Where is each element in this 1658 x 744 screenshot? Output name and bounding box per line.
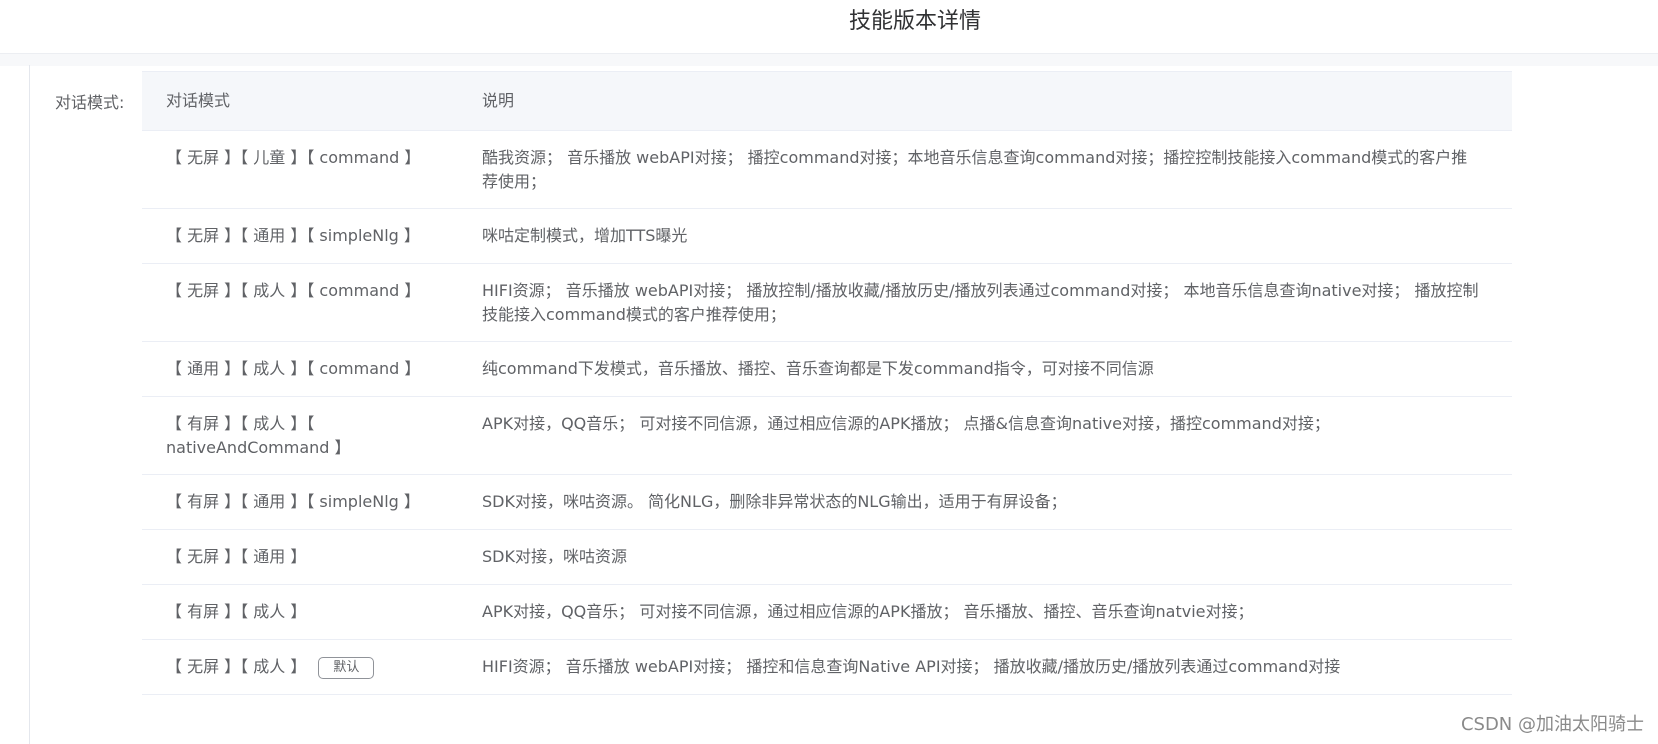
row-description: HIFI资源； 音乐播放 webAPI对接； 播控和信息查询Native API…	[482, 657, 1341, 676]
row-mode: 【 有屏 】【 通用 】【 simpleNlg 】	[166, 492, 420, 511]
row-description: 咪咕定制模式，增加TTS曝光	[482, 226, 688, 245]
row-mode: 【 无屏 】【 通用 】	[166, 547, 307, 566]
row-mode: 【 有屏 】【 成人 】【 nativeAndCommand 】	[166, 414, 351, 457]
row-mode: 【 无屏 】【 成人 】	[166, 657, 307, 676]
dialog-mode-table: 对话模式 说明 【 无屏 】【 儿童 】【 command 】 酷我资源； 音乐…	[142, 71, 1512, 695]
default-badge: 默认	[318, 657, 375, 679]
table-row[interactable]: 【 无屏 】【 通用 】【 simpleNlg 】 咪咕定制模式，增加TTS曝光	[142, 209, 1512, 264]
table-row[interactable]: 【 无屏 】【 成人 】默认 HIFI资源； 音乐播放 webAPI对接； 播控…	[142, 640, 1512, 695]
table-row[interactable]: 【 无屏 】【 成人 】【 command 】 HIFI资源； 音乐播放 web…	[142, 264, 1512, 342]
row-description: SDK对接，咪咕资源	[482, 547, 627, 566]
row-description: HIFI资源； 音乐播放 webAPI对接； 播放控制/播放收藏/播放历史/播放…	[482, 281, 1479, 324]
table-row[interactable]: 【 有屏 】【 通用 】【 simpleNlg 】 SDK对接，咪咕资源。 简化…	[142, 475, 1512, 530]
row-mode: 【 有屏 】【 成人 】	[166, 602, 307, 621]
row-mode-cell: 【 无屏 】【 成人 】默认	[142, 640, 482, 679]
row-description: APK对接，QQ音乐； 可对接不同信源，通过相应信源的APK播放； 点播&信息查…	[482, 414, 1330, 433]
table-row[interactable]: 【 无屏 】【 儿童 】【 command 】 酷我资源； 音乐播放 webAP…	[142, 131, 1512, 209]
row-mode: 【 无屏 】【 通用 】【 simpleNlg 】	[166, 226, 420, 245]
table-header: 对话模式 说明	[142, 71, 1512, 131]
table-row[interactable]: 【 通用 】【 成人 】【 command 】 纯command下发模式，音乐播…	[142, 342, 1512, 397]
left-divider	[29, 65, 30, 744]
watermark: CSDN @加油太阳骑士	[1460, 714, 1644, 735]
row-mode: 【 通用 】【 成人 】【 command 】	[166, 359, 421, 378]
row-mode: 【 无屏 】【 成人 】【 command 】	[166, 281, 421, 300]
header: 技能版本详情	[0, 0, 1658, 53]
row-description: 纯command下发模式，音乐播放、播控、音乐查询都是下发command指令，可…	[482, 359, 1154, 378]
table-row[interactable]: 【 有屏 】【 成人 】 APK对接，QQ音乐； 可对接不同信源，通过相应信源的…	[142, 585, 1512, 640]
row-mode: 【 无屏 】【 儿童 】【 command 】	[166, 148, 421, 167]
table-row[interactable]: 【 有屏 】【 成人 】【 nativeAndCommand 】 APK对接，Q…	[142, 397, 1512, 475]
page-title: 技能版本详情	[848, 9, 981, 34]
header-dialog-mode: 对话模式	[166, 91, 231, 110]
row-description: 酷我资源； 音乐播放 webAPI对接； 播控command对接；本地音乐信息查…	[482, 148, 1468, 191]
row-description: APK对接，QQ音乐； 可对接不同信源，通过相应信源的APK播放； 音乐播放、播…	[482, 602, 1254, 621]
row-description: SDK对接，咪咕资源。 简化NLG，删除非异常状态的NLG输出，适用于有屏设备；	[482, 492, 1067, 511]
dialog-mode-label: 对话模式:	[55, 93, 125, 112]
table-row[interactable]: 【 无屏 】【 通用 】 SDK对接，咪咕资源	[142, 530, 1512, 585]
header-divider	[0, 53, 1658, 66]
page: 技能版本详情 对话模式: 对话模式 说明 【 无屏 】【 儿童 】【 comma…	[0, 0, 1658, 744]
header-description: 说明	[482, 91, 515, 110]
